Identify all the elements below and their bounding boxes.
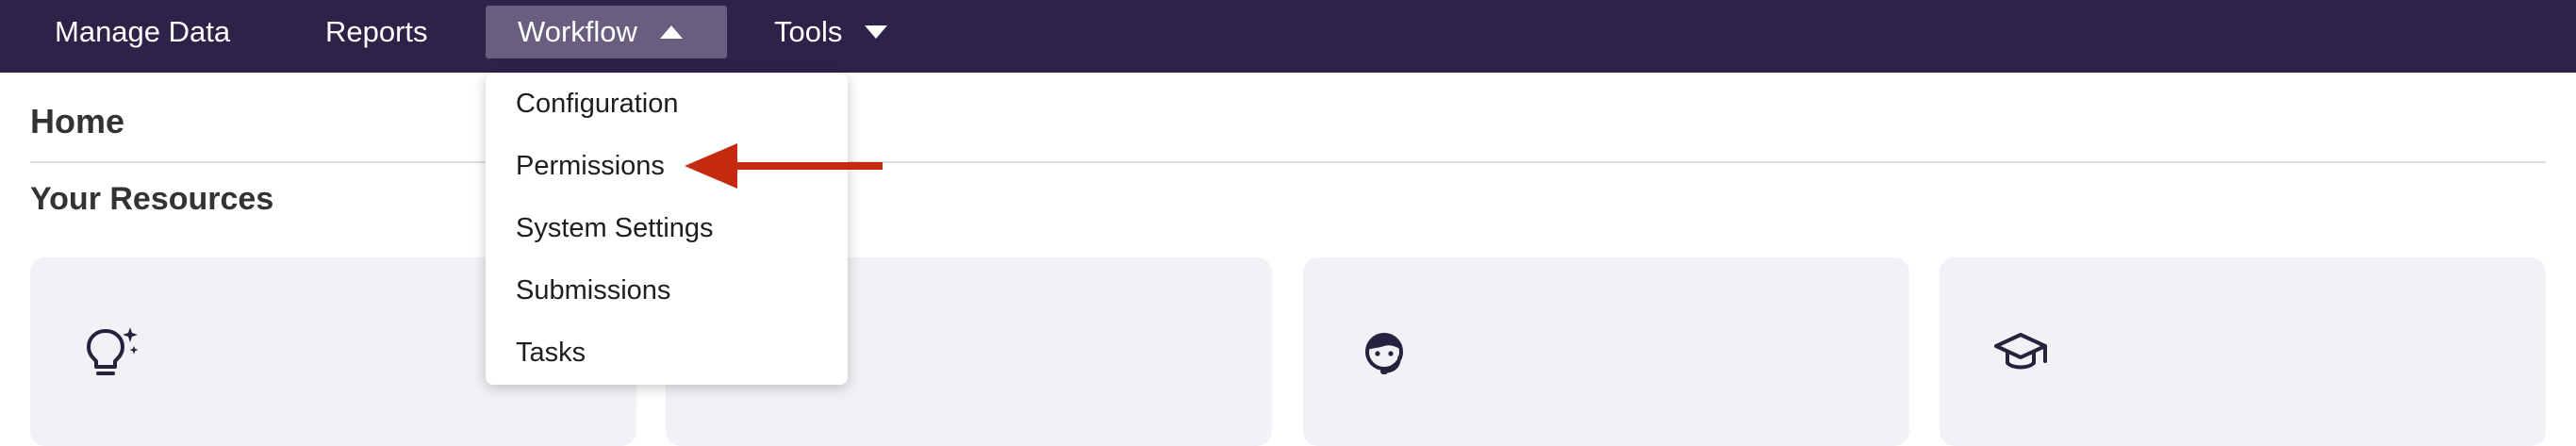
- nav-tools-label: Tools: [774, 15, 843, 48]
- annotation-arrow-icon: [685, 143, 883, 189]
- support-agent-icon: [1365, 333, 1403, 374]
- resource-card-3[interactable]: [1303, 257, 1909, 446]
- page-title: Home: [30, 102, 125, 140]
- nav-reports[interactable]: Reports: [325, 0, 428, 64]
- resource-card-4[interactable]: [1940, 257, 2546, 446]
- caret-up-icon: [659, 25, 683, 39]
- menu-item-submissions[interactable]: Submissions: [516, 275, 670, 306]
- divider: [30, 161, 2546, 163]
- menu-item-system-settings[interactable]: System Settings: [516, 213, 714, 244]
- caret-down-icon: [865, 25, 887, 39]
- nav-manage-data[interactable]: Manage Data: [55, 0, 230, 64]
- workflow-dropdown-menu: Configuration Permissions System Setting…: [486, 74, 848, 385]
- menu-item-configuration[interactable]: Configuration: [516, 89, 679, 120]
- lightbulb-sparkle-icon: [87, 327, 139, 375]
- top-navbar: Manage Data Reports Workflow Tools: [0, 0, 2576, 73]
- menu-item-tasks[interactable]: Tasks: [516, 338, 586, 369]
- graduation-cap-icon: [1994, 333, 2047, 370]
- menu-item-permissions[interactable]: Permissions: [516, 151, 665, 182]
- nav-manage-data-label: Manage Data: [55, 15, 231, 48]
- nav-tools[interactable]: Tools: [774, 0, 888, 64]
- nav-reports-label: Reports: [325, 15, 428, 48]
- nav-workflow-label: Workflow: [518, 15, 637, 48]
- nav-workflow[interactable]: Workflow: [486, 6, 727, 58]
- section-title: Your Resources: [30, 181, 274, 217]
